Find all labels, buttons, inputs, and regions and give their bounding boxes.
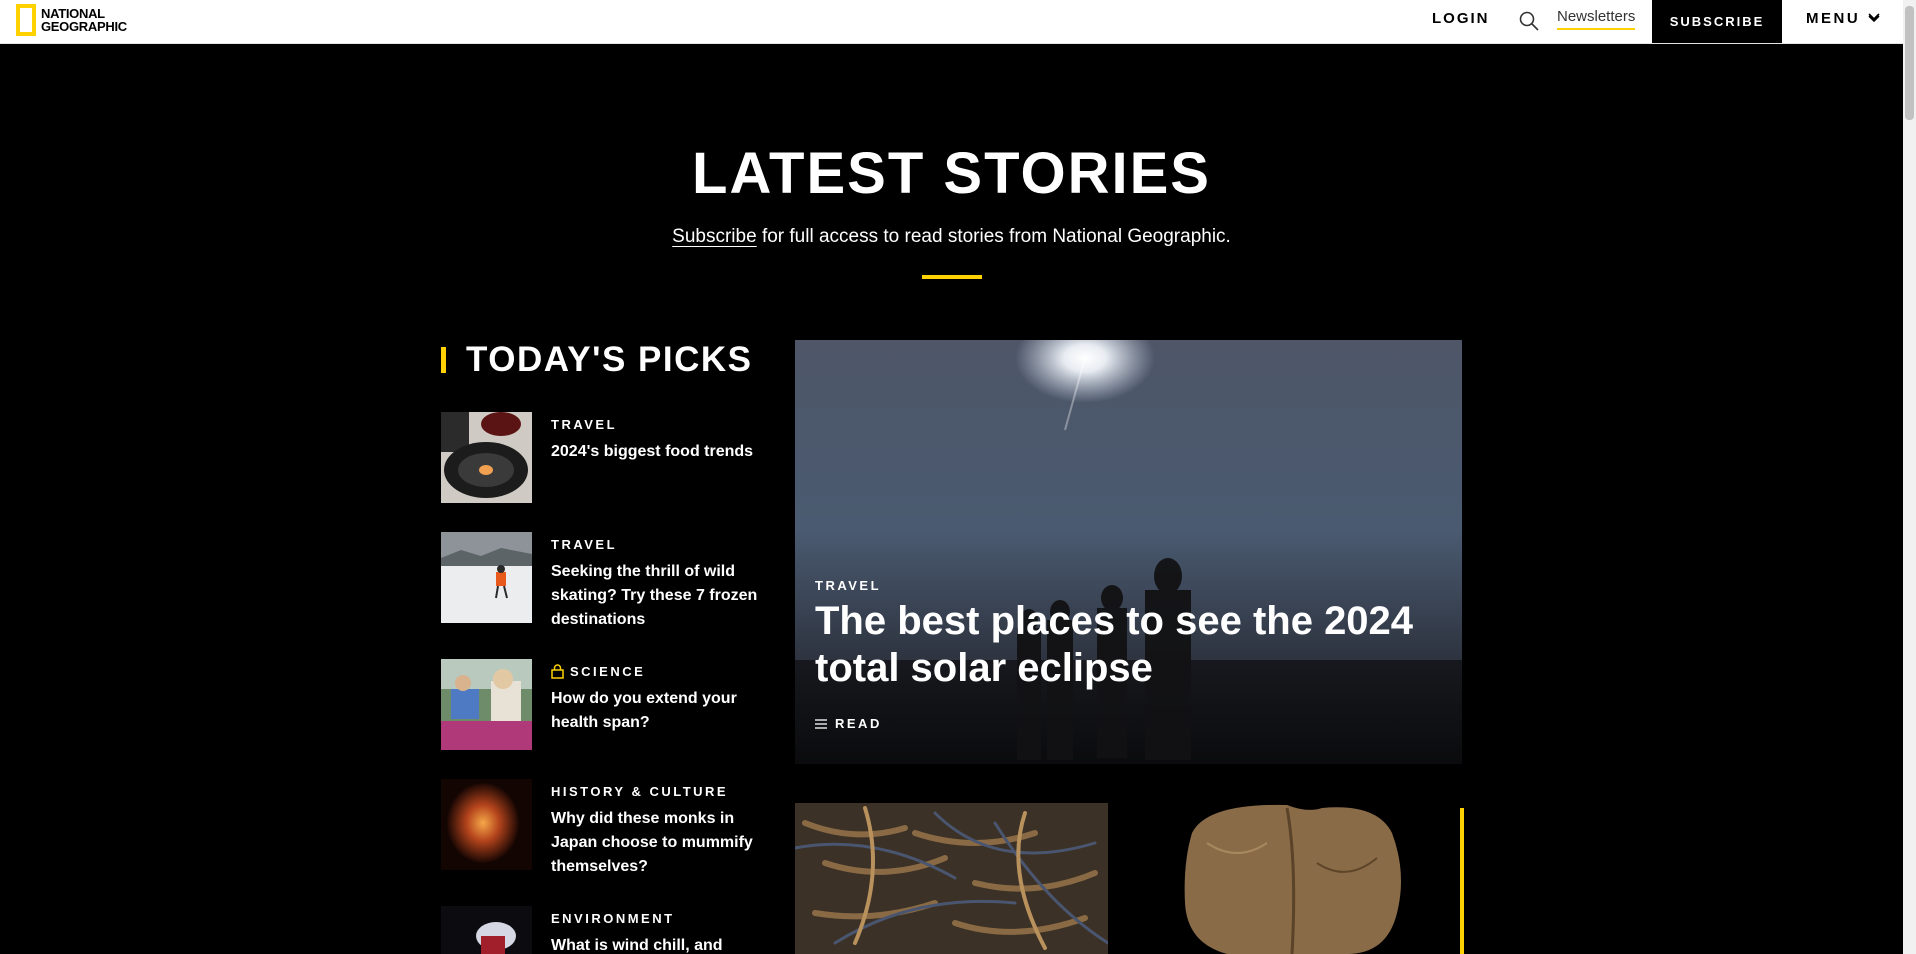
story-card[interactable] bbox=[795, 803, 1108, 954]
pick-text: TRAVEL 2024's biggest food trends bbox=[551, 417, 761, 464]
scrollbar-thumb[interactable] bbox=[1905, 6, 1914, 120]
chevron-down-icon bbox=[1868, 12, 1880, 22]
page-scrollbar[interactable] bbox=[1903, 0, 1916, 954]
pick-thumbnail[interactable] bbox=[441, 906, 532, 954]
pick-text: ENVIRONMENT What is wind chill, and bbox=[551, 911, 761, 954]
feature-category[interactable]: TRAVEL bbox=[815, 578, 881, 593]
accent-bar bbox=[441, 347, 446, 373]
pick-thumbnail[interactable] bbox=[441, 532, 532, 623]
lock-icon bbox=[551, 664, 564, 679]
feature-title[interactable]: The best places to see the 2024 total so… bbox=[815, 598, 1435, 692]
pick-item[interactable]: TRAVEL 2024's biggest food trends bbox=[441, 412, 761, 504]
pick-title[interactable]: Why did these monks in Japan choose to m… bbox=[551, 807, 761, 879]
logo-text: NATIONAL GEOGRAPHIC bbox=[41, 5, 127, 34]
subscribe-button[interactable]: SUBSCRIBE bbox=[1652, 0, 1782, 43]
search-icon[interactable] bbox=[1518, 10, 1540, 32]
page-subtitle: Subscribe for full access to read storie… bbox=[0, 226, 1903, 248]
pick-thumbnail[interactable] bbox=[441, 779, 532, 870]
site-header: NATIONAL GEOGRAPHIC LOGIN Newsletters SU… bbox=[0, 0, 1903, 44]
pick-title[interactable]: What is wind chill, and bbox=[551, 934, 761, 954]
story-image bbox=[795, 803, 1108, 954]
story-card[interactable] bbox=[1147, 803, 1462, 954]
title-divider bbox=[922, 275, 982, 279]
pick-item[interactable]: SCIENCE How do you extend your health sp… bbox=[441, 659, 761, 751]
story-image bbox=[1147, 803, 1462, 954]
pick-thumbnail[interactable] bbox=[441, 412, 532, 503]
page-title: LATEST STORIES bbox=[692, 141, 1211, 206]
pick-category[interactable]: TRAVEL bbox=[551, 417, 761, 432]
todays-picks-heading: TODAY'S PICKS bbox=[441, 340, 753, 380]
pick-category[interactable]: HISTORY & CULTURE bbox=[551, 784, 761, 799]
pick-item[interactable]: TRAVEL Seeking the thrill of wild skatin… bbox=[441, 532, 761, 628]
pick-title[interactable]: 2024's biggest food trends bbox=[551, 440, 761, 464]
newsletters-link[interactable]: Newsletters bbox=[1557, 8, 1636, 30]
pick-category[interactable]: SCIENCE bbox=[551, 664, 761, 679]
feature-story[interactable]: TRAVEL The best places to see the 2024 t… bbox=[795, 340, 1462, 764]
read-label: READ bbox=[835, 716, 882, 731]
pick-category-label: SCIENCE bbox=[570, 664, 646, 679]
subscribe-link[interactable]: Subscribe bbox=[672, 226, 757, 247]
pick-item[interactable]: HISTORY & CULTURE Why did these monks in… bbox=[441, 779, 761, 875]
pick-thumbnail[interactable] bbox=[441, 659, 532, 750]
pick-item[interactable]: ENVIRONMENT What is wind chill, and bbox=[441, 906, 761, 954]
pick-category[interactable]: ENVIRONMENT bbox=[551, 911, 761, 926]
pick-text: TRAVEL Seeking the thrill of wild skatin… bbox=[551, 537, 761, 632]
pick-text: HISTORY & CULTURE Why did these monks in… bbox=[551, 784, 761, 879]
menu-label: MENU bbox=[1806, 10, 1861, 27]
pick-title[interactable]: How do you extend your health span? bbox=[551, 687, 761, 735]
yellow-border-logo-icon bbox=[16, 3, 36, 36]
pick-category[interactable]: TRAVEL bbox=[551, 537, 761, 552]
feature-image bbox=[795, 340, 1462, 764]
natgeo-logo[interactable]: NATIONAL GEOGRAPHIC bbox=[16, 3, 127, 36]
subtitle-text: for full access to read stories from Nat… bbox=[756, 226, 1231, 247]
pick-text: SCIENCE How do you extend your health sp… bbox=[551, 664, 761, 735]
section-title: TODAY'S PICKS bbox=[466, 340, 753, 379]
read-icon bbox=[815, 718, 827, 729]
menu-button[interactable]: MENU bbox=[1806, 10, 1880, 27]
read-link[interactable]: READ bbox=[815, 716, 882, 731]
login-link[interactable]: LOGIN bbox=[1432, 10, 1490, 27]
pick-title[interactable]: Seeking the thrill of wild skating? Try … bbox=[551, 560, 761, 632]
accent-bar bbox=[1460, 808, 1464, 954]
